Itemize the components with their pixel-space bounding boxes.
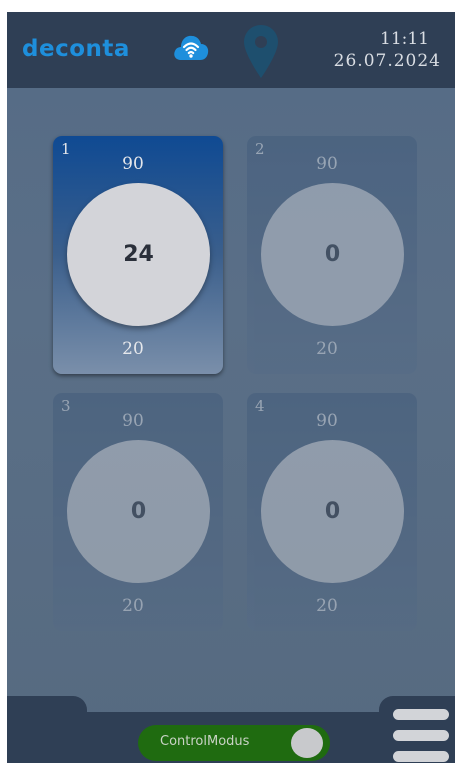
location-pin-icon (244, 25, 278, 78)
zone-max-value: 90 (316, 411, 338, 431)
control-mode-toggle[interactable]: ControlModus (138, 725, 330, 761)
toggle-knob[interactable] (291, 728, 323, 758)
zone-current-value: 0 (324, 242, 341, 267)
zone-dial[interactable]: 0 (67, 440, 210, 583)
zone-card-4[interactable]: 4 90 0 20 (247, 393, 417, 631)
time-display: 11:11 (380, 29, 429, 49)
clock: 11:11 26.07.2024 (291, 28, 441, 72)
zone-dial[interactable]: 0 (261, 183, 404, 326)
zone-dial[interactable]: 24 (67, 183, 210, 326)
zone-card-1[interactable]: 1 90 24 20 (53, 136, 223, 374)
date-display: 26.07.2024 (333, 51, 441, 71)
menu-line (393, 730, 449, 741)
zone-max-value: 90 (316, 154, 338, 174)
control-mode-label: ControlModus (160, 734, 250, 749)
zone-min-value: 20 (316, 596, 338, 616)
zone-current-value: 0 (324, 499, 341, 524)
zone-min-value: 20 (122, 339, 144, 359)
top-bar: deconta 11:11 26.07.2024 (7, 12, 455, 88)
zone-dial[interactable]: 0 (261, 440, 404, 583)
zone-current-value: 0 (130, 499, 147, 524)
device-screen: deconta 11:11 26.07.2024 1 90 24 20 2 90… (7, 12, 455, 763)
hamburger-menu-icon[interactable] (393, 709, 449, 763)
zone-card-2[interactable]: 2 90 0 20 (247, 136, 417, 374)
zone-current-value: 24 (123, 242, 154, 267)
zone-min-value: 20 (316, 339, 338, 359)
zone-card-3[interactable]: 3 90 0 20 (53, 393, 223, 631)
zone-min-value: 20 (122, 596, 144, 616)
zone-max-value: 90 (122, 411, 144, 431)
zone-max-value: 90 (122, 154, 144, 174)
wifi-cloud-icon (174, 35, 209, 60)
menu-line (393, 709, 449, 720)
brand-logo: deconta (22, 36, 130, 62)
menu-line (393, 751, 449, 762)
